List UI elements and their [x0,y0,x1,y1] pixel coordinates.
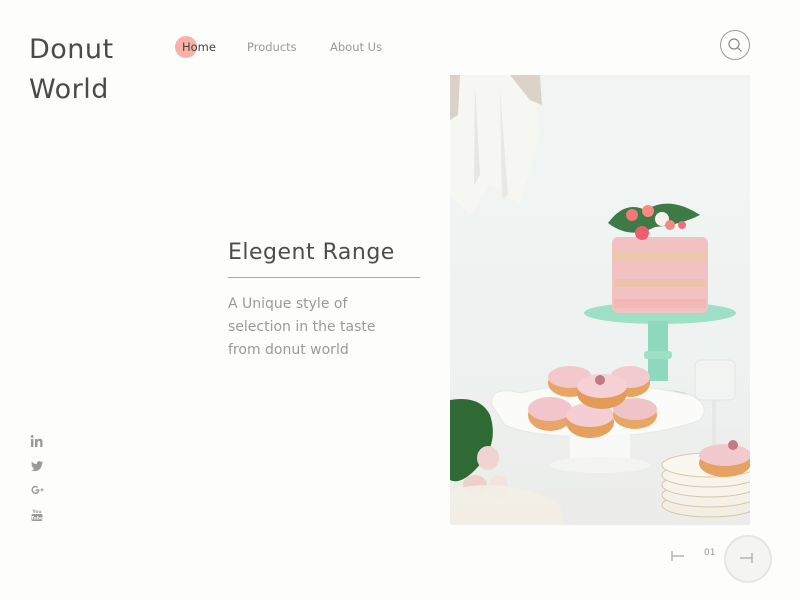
first-page-button[interactable] [671,548,685,562]
hero-photo-illustration [450,75,750,525]
youtube-icon[interactable]: You Tube [30,508,44,522]
nav-item-label: Products [247,40,297,54]
first-page-icon [671,551,684,561]
drapery [450,75,542,215]
twitter-icon[interactable] [30,459,44,473]
description-line: selection in the taste [228,319,376,335]
google-plus-icon[interactable] [30,483,44,497]
search-icon [728,38,742,52]
title-divider [228,277,420,278]
nav-item-label: About Us [330,40,383,54]
last-page-icon [740,553,753,563]
brand-line-2: World [29,74,109,105]
social-links: You Tube [30,434,46,532]
plates [661,440,750,518]
nav-item-products[interactable]: Products [247,38,297,56]
last-page-button[interactable] [724,535,772,583]
nav-item-home[interactable]: Home [175,36,216,58]
hero-image [450,75,750,525]
cake-flowers [608,203,700,240]
lace-doily [450,485,565,525]
search-button[interactable] [720,30,750,60]
page-indicator: 01 [704,548,716,558]
description-line: A Unique style of [228,296,348,312]
hero-description: A Unique style of selection in the taste… [228,293,428,362]
description-line: from donut world [228,342,349,358]
hero-title: Elegent Range [228,240,395,265]
pink-cake [612,237,708,313]
nav-item-about-us[interactable]: About Us [330,38,382,56]
nav-item-label: Home [182,40,216,54]
donuts [528,366,657,438]
brand-line-1: Donut [29,34,114,65]
brand-logo[interactable]: Donut World [29,30,114,110]
linkedin-icon[interactable] [30,434,44,448]
svg-text:Tube: Tube [31,515,43,521]
